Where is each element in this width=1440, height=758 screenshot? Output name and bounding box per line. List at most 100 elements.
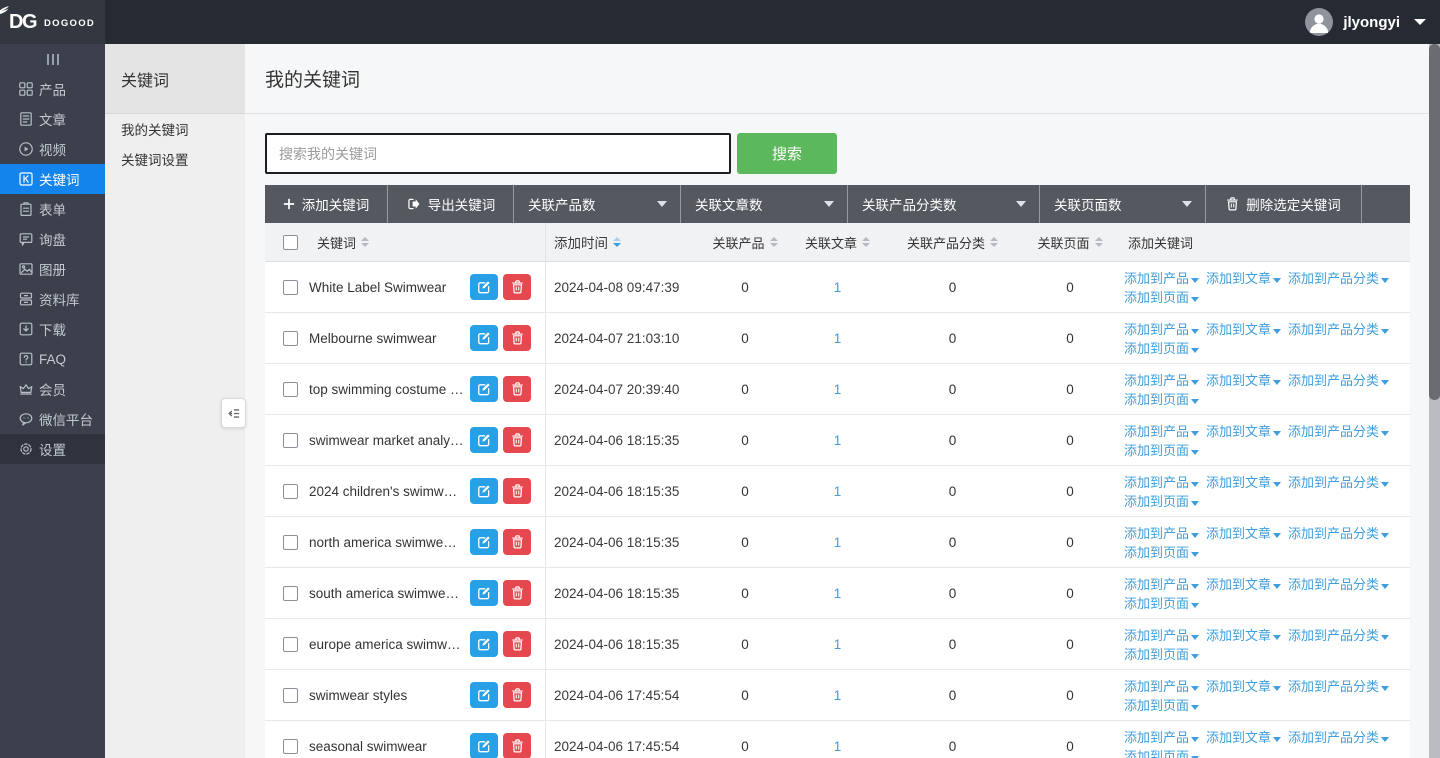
related-articles-count-link[interactable]: 1 [834,739,842,754]
add-to-page-link[interactable]: 添加到页面 [1124,392,1199,407]
add-to-product-link[interactable]: 添加到产品 [1124,424,1199,439]
edit-keyword-button[interactable] [470,733,498,758]
add-to-article-link[interactable]: 添加到文章 [1206,577,1281,592]
edit-keyword-button[interactable] [470,580,498,606]
add-to-product-category-link[interactable]: 添加到产品分类 [1288,526,1389,541]
col-pages-header[interactable]: 关联页面 [1020,233,1120,252]
add-to-page-link[interactable]: 添加到页面 [1124,596,1199,611]
sidebar-item-grid[interactable]: 产品 [0,74,105,104]
add-to-product-category-link[interactable]: 添加到产品分类 [1288,475,1389,490]
sidebar-item-library[interactable]: 资料库 [0,284,105,314]
sidebar-item-inquiry[interactable]: 询盘 [0,224,105,254]
add-to-page-link[interactable]: 添加到页面 [1124,290,1199,305]
add-to-article-link[interactable]: 添加到文章 [1206,526,1281,541]
sidebar-item-member[interactable]: 会员 [0,374,105,404]
add-to-product-link[interactable]: 添加到产品 [1124,475,1199,490]
row-checkbox[interactable] [283,688,298,703]
add-to-page-link[interactable]: 添加到页面 [1124,647,1199,662]
related-articles-count-link[interactable]: 1 [834,484,842,499]
related-pages-count-dropdown[interactable]: 关联页面数 [1040,185,1206,223]
panel-collapse-button[interactable] [221,398,246,428]
add-to-article-link[interactable]: 添加到文章 [1206,373,1281,388]
add-to-article-link[interactable]: 添加到文章 [1206,730,1281,745]
edit-keyword-button[interactable] [470,478,498,504]
row-checkbox[interactable] [283,535,298,550]
add-to-product-category-link[interactable]: 添加到产品分类 [1288,424,1389,439]
row-checkbox[interactable] [283,484,298,499]
sidebar-collapse-toggle[interactable] [0,44,105,74]
sidebar-item-faq[interactable]: FAQ [0,344,105,374]
sidebar-item-video[interactable]: 视频 [0,134,105,164]
sidebar-item-article[interactable]: 文章 [0,104,105,134]
add-to-page-link[interactable]: 添加到页面 [1124,341,1199,356]
add-to-article-link[interactable]: 添加到文章 [1206,679,1281,694]
sidebar-item-form[interactable]: 表单 [0,194,105,224]
add-to-product-link[interactable]: 添加到产品 [1124,373,1199,388]
sidebar-item-keyword[interactable]: 关键词 [0,164,105,194]
sidebar-item-gear[interactable]: 设置 [0,434,105,464]
delete-keyword-button[interactable] [503,682,531,708]
sidebar-item-album[interactable]: 图册 [0,254,105,284]
add-to-product-link[interactable]: 添加到产品 [1124,271,1199,286]
related-product-categories-count-dropdown[interactable]: 关联产品分类数 [848,185,1040,223]
search-button[interactable]: 搜索 [737,133,837,174]
delete-selected-keywords-button[interactable]: 删除选定关键词 [1206,185,1362,223]
add-to-product-category-link[interactable]: 添加到产品分类 [1288,373,1389,388]
delete-keyword-button[interactable] [503,325,531,351]
add-to-product-link[interactable]: 添加到产品 [1124,628,1199,643]
add-to-product-link[interactable]: 添加到产品 [1124,730,1199,745]
related-articles-count-link[interactable]: 1 [834,688,842,703]
add-to-article-link[interactable]: 添加到文章 [1206,271,1281,286]
delete-keyword-button[interactable] [503,631,531,657]
related-articles-count-link[interactable]: 1 [834,586,842,601]
delete-keyword-button[interactable] [503,478,531,504]
add-to-product-link[interactable]: 添加到产品 [1124,679,1199,694]
related-articles-count-link[interactable]: 1 [834,280,842,295]
delete-keyword-button[interactable] [503,427,531,453]
edit-keyword-button[interactable] [470,529,498,555]
delete-keyword-button[interactable] [503,274,531,300]
col-keyword-header[interactable]: 关键词 [307,233,545,252]
delete-keyword-button[interactable] [503,733,531,758]
row-checkbox[interactable] [283,739,298,754]
related-articles-count-link[interactable]: 1 [834,535,842,550]
related-articles-count-link[interactable]: 1 [834,331,842,346]
add-to-page-link[interactable]: 添加到页面 [1124,545,1199,560]
delete-keyword-button[interactable] [503,529,531,555]
delete-keyword-button[interactable] [503,580,531,606]
row-checkbox[interactable] [283,586,298,601]
related-articles-count-link[interactable]: 1 [834,637,842,652]
add-to-article-link[interactable]: 添加到文章 [1206,322,1281,337]
add-to-product-category-link[interactable]: 添加到产品分类 [1288,730,1389,745]
sidebar-item-wechat[interactable]: 微信平台 [0,404,105,434]
add-to-page-link[interactable]: 添加到页面 [1124,698,1199,713]
export-keyword-button[interactable]: 导出关键词 [388,185,514,223]
row-checkbox[interactable] [283,637,298,652]
user-menu[interactable]: jlyongyi [1305,0,1426,44]
add-keyword-button[interactable]: 添加关键词 [265,185,388,223]
edit-keyword-button[interactable] [470,682,498,708]
delete-keyword-button[interactable] [503,376,531,402]
subsidebar-item-my-keywords[interactable]: 我的关键词 [105,114,245,144]
add-to-page-link[interactable]: 添加到页面 [1124,494,1199,509]
add-to-article-link[interactable]: 添加到文章 [1206,475,1281,490]
related-articles-count-link[interactable]: 1 [834,382,842,397]
add-to-page-link[interactable]: 添加到页面 [1124,443,1199,458]
scrollbar-thumb[interactable] [1429,44,1440,400]
edit-keyword-button[interactable] [470,325,498,351]
search-input[interactable] [265,133,731,174]
add-to-product-link[interactable]: 添加到产品 [1124,526,1199,541]
select-all-checkbox[interactable] [283,235,298,250]
related-articles-count-link[interactable]: 1 [834,433,842,448]
subsidebar-item-keyword-settings[interactable]: 关键词设置 [105,144,245,174]
edit-keyword-button[interactable] [470,427,498,453]
row-checkbox[interactable] [283,433,298,448]
add-to-product-category-link[interactable]: 添加到产品分类 [1288,577,1389,592]
add-to-product-category-link[interactable]: 添加到产品分类 [1288,322,1389,337]
col-time-header[interactable]: 添加时间 [545,223,700,261]
sidebar-item-download[interactable]: 下载 [0,314,105,344]
page-scrollbar[interactable] [1429,44,1440,758]
col-articles-header[interactable]: 关联文章 [790,233,885,252]
add-to-page-link[interactable]: 添加到页面 [1124,749,1199,758]
add-to-product-category-link[interactable]: 添加到产品分类 [1288,628,1389,643]
